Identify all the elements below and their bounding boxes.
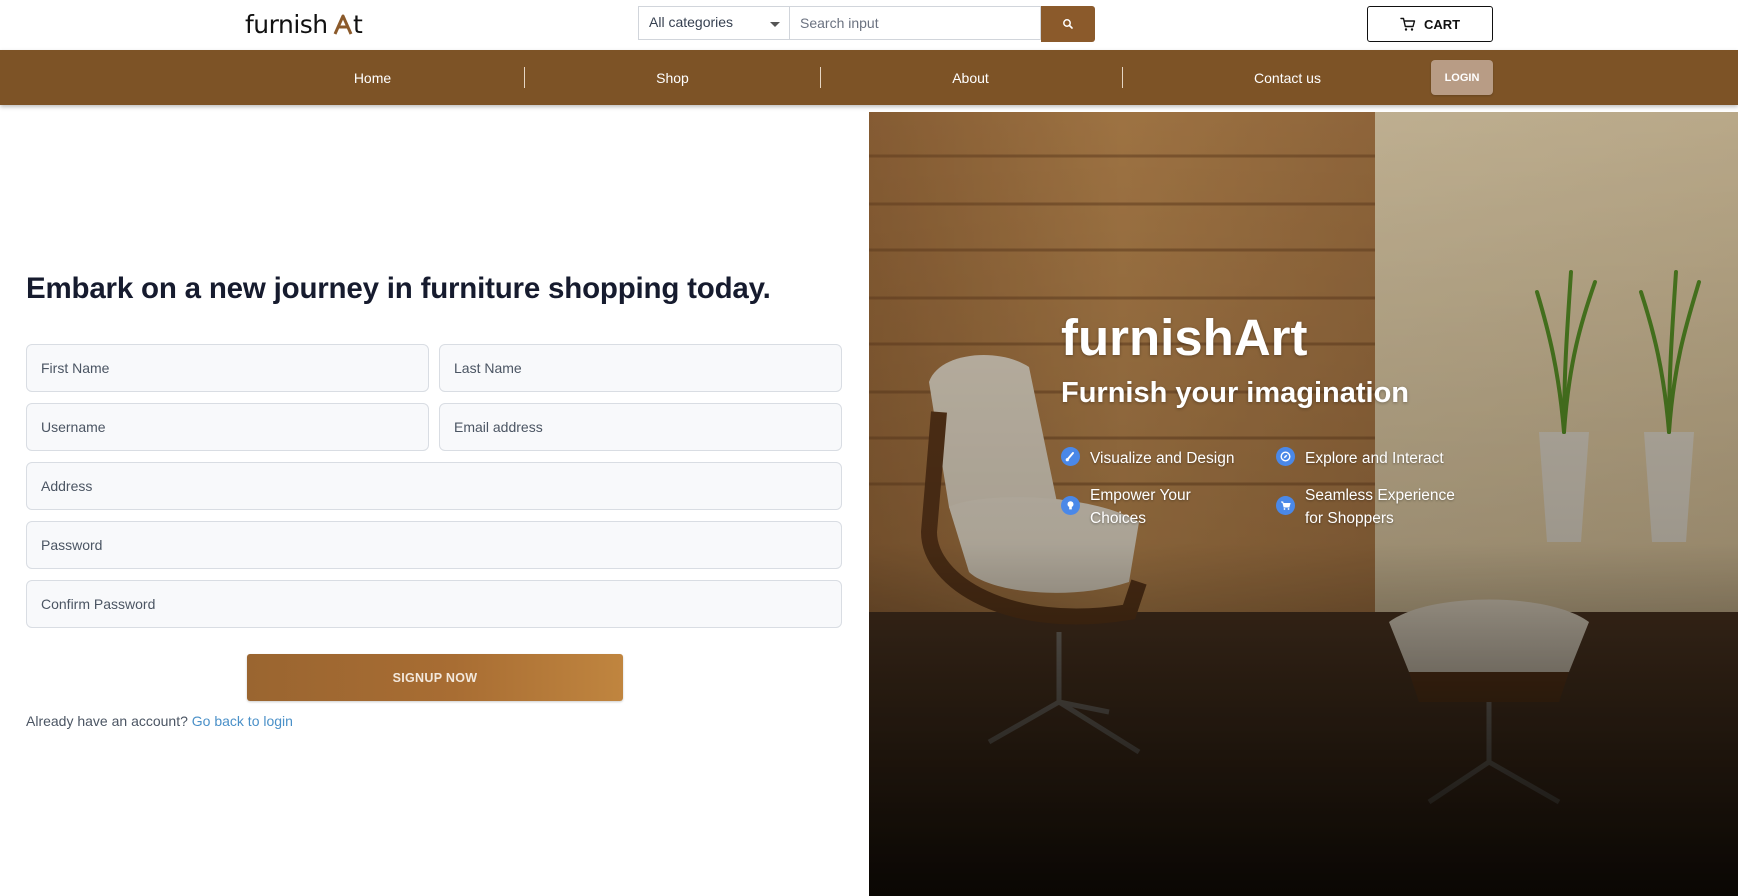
feature-label-line1: Empower Your (1090, 487, 1191, 504)
category-select[interactable]: All categories (638, 6, 790, 40)
feature-label: Visualize and Design (1090, 450, 1235, 467)
chevron-down-icon (770, 22, 780, 27)
nav-item-home[interactable]: Home (255, 50, 490, 105)
main-nav: Home Shop About Contact us LOGIN (0, 50, 1738, 105)
signup-button[interactable]: SIGNUP NOW (247, 654, 623, 701)
feature-explore: Explore and Interact (1276, 447, 1444, 470)
cart-button[interactable]: CART (1367, 6, 1493, 42)
feature-label-line2: Choices (1090, 510, 1146, 527)
first-name-field[interactable] (26, 344, 429, 392)
logo-wordmark-icon: furnish t (245, 11, 363, 39)
svg-text:furnish: furnish (245, 11, 328, 39)
page-title: Embark on a new journey in furniture sho… (26, 272, 771, 305)
address-field[interactable] (26, 462, 842, 510)
nav-item-contact[interactable]: Contact us (1170, 50, 1405, 105)
cart-icon (1276, 496, 1295, 515)
logo[interactable]: furnish t furnishArt (245, 8, 363, 42)
login-prompt: Already have an account? Go back to logi… (26, 713, 293, 729)
compass-icon (1276, 447, 1295, 466)
feature-empower: Empower Your Choices (1061, 484, 1191, 530)
lightbulb-icon (1061, 496, 1080, 515)
nav-divider (524, 67, 525, 88)
nav-divider (1122, 67, 1123, 88)
password-field[interactable] (26, 521, 842, 569)
feature-label: Empower Your Choices (1090, 484, 1191, 530)
hero-subtitle: Furnish your imagination (1061, 377, 1410, 409)
top-bar: furnish t furnishArt All categories CART (0, 0, 1738, 50)
nav-item-shop[interactable]: Shop (555, 50, 790, 105)
cart-icon (1400, 17, 1416, 31)
login-button[interactable]: LOGIN (1431, 60, 1493, 95)
feature-seamless: Seamless Experience for Shoppers (1276, 484, 1455, 530)
confirm-password-field[interactable] (26, 580, 842, 628)
search-icon (1063, 19, 1073, 29)
last-name-field[interactable] (439, 344, 842, 392)
feature-label-line1: Seamless Experience (1305, 487, 1455, 504)
svg-text:t: t (353, 11, 363, 39)
nav-item-about[interactable]: About (853, 50, 1088, 105)
username-field[interactable] (26, 403, 429, 451)
hero-title: furnishArt (1061, 309, 1308, 366)
email-field[interactable] (439, 403, 842, 451)
feature-label: Seamless Experience for Shoppers (1305, 484, 1455, 530)
feature-label: Explore and Interact (1305, 450, 1444, 467)
already-text: Already have an account? (26, 713, 188, 729)
search-button[interactable] (1041, 6, 1095, 42)
cart-label: CART (1423, 16, 1461, 32)
feature-label-line2: for Shoppers (1305, 510, 1394, 527)
feature-visualize: Visualize and Design (1061, 447, 1234, 470)
nav-divider (820, 67, 821, 88)
go-back-to-login-link[interactable]: Go back to login (192, 713, 293, 729)
category-select-value: All categories (649, 14, 734, 30)
brush-icon (1061, 447, 1080, 466)
search-input[interactable] (789, 6, 1041, 40)
